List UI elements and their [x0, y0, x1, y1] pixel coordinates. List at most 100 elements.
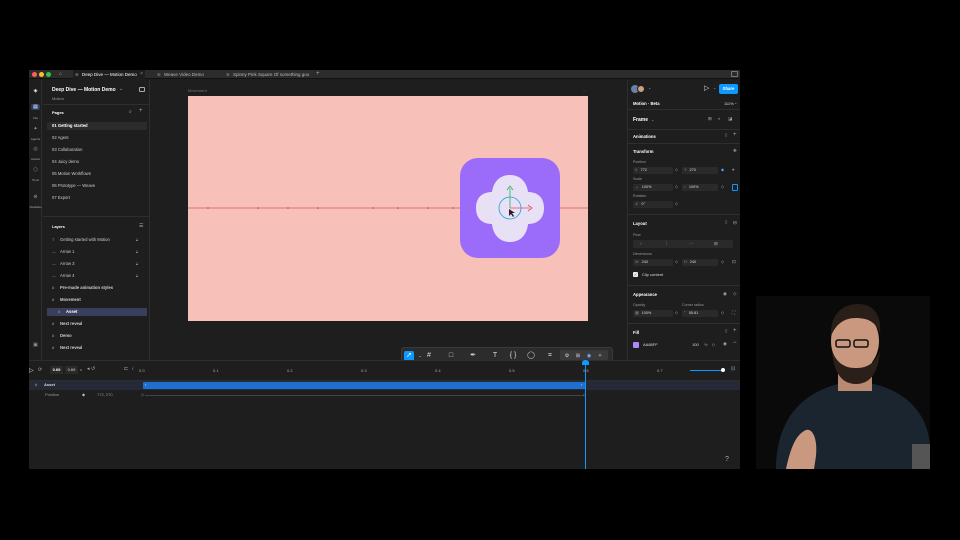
- frame-label[interactable]: Movement: [188, 88, 207, 93]
- layer-row[interactable]: T Getting started with Motion 🔒︎: [47, 236, 147, 244]
- chat-icon[interactable]: ▣: [31, 342, 40, 348]
- property-value[interactable]: 772, 270: [97, 392, 113, 397]
- remove-fill-icon[interactable]: −: [733, 340, 737, 346]
- timeline-toggle-icon[interactable]: ⊏: [124, 366, 128, 372]
- keyframe-icon[interactable]: ◇: [675, 310, 678, 315]
- new-tab-button[interactable]: +: [316, 70, 320, 79]
- layer-row-selected[interactable]: # Asset: [47, 308, 147, 316]
- frame-play-icon[interactable]: ◌: [583, 88, 585, 93]
- blend-mode-icon[interactable]: ◇: [733, 291, 736, 297]
- mask-icon[interactable]: ◐: [718, 116, 721, 121]
- grid-icon[interactable]: ⁞⁞: [725, 220, 728, 225]
- avatar[interactable]: [637, 85, 645, 93]
- rotation-field[interactable]: ∠ 0°: [633, 201, 673, 208]
- page-item[interactable]: 01 Getting started: [47, 122, 147, 130]
- play-icon[interactable]: ▷: [704, 84, 709, 92]
- constraints-icon[interactable]: ⌖: [732, 167, 735, 172]
- zoom-slider-handle[interactable]: [721, 368, 725, 372]
- previous-frame-icon[interactable]: ◂: [87, 366, 90, 372]
- layer-row[interactable]: — Arrow 3 🔒︎: [47, 260, 147, 268]
- maximize-window-button[interactable]: [46, 72, 51, 77]
- keyframe-icon[interactable]: ◇: [675, 167, 678, 172]
- keyframe-icon[interactable]: ◇: [675, 201, 678, 206]
- scale-y-field[interactable]: ↕ 100%: [682, 184, 718, 191]
- chevron-down-icon[interactable]: ⌄: [648, 85, 651, 90]
- movement-frame[interactable]: [188, 96, 588, 321]
- page-item[interactable]: 02 Agent: [47, 134, 147, 142]
- layer-row[interactable]: — Arrow 4 🔒︎: [47, 272, 147, 280]
- layer-row[interactable]: # Demo: [47, 332, 147, 340]
- layer-row[interactable]: # Next reveal: [47, 344, 147, 352]
- lock-icon[interactable]: 🔒︎: [136, 236, 138, 244]
- keyframe-icon[interactable]: ◇: [712, 342, 715, 347]
- frame-type-label[interactable]: Frame: [633, 117, 648, 123]
- resize-icon[interactable]: ⊡: [732, 259, 736, 265]
- freeform-flow-icon[interactable]: ⁘: [639, 241, 643, 247]
- layers-menu-icon[interactable]: ☰: [139, 223, 143, 229]
- timeline-settings-icon[interactable]: ⊡: [731, 366, 735, 372]
- fill-swatch[interactable]: [633, 342, 639, 348]
- bar-end-handle[interactable]: ›: [581, 382, 582, 387]
- close-tab-icon[interactable]: ×: [140, 70, 143, 79]
- add-fill-icon[interactable]: +: [733, 328, 737, 334]
- current-time-field[interactable]: 0.69: [50, 366, 63, 374]
- corner-radius-field[interactable]: ⌜ 55.81: [682, 310, 718, 317]
- lock-icon[interactable]: 🔒︎: [136, 260, 138, 268]
- chevron-down-icon[interactable]: ⌄: [713, 85, 716, 90]
- track-name[interactable]: Asset: [44, 382, 55, 387]
- animation-bar[interactable]: [143, 382, 586, 389]
- add-animation-icon[interactable]: +: [733, 132, 737, 138]
- grid-icon[interactable]: ⁞⁞: [725, 133, 728, 138]
- lock-icon[interactable]: 🔒︎: [136, 248, 138, 256]
- playhead-handle[interactable]: [582, 360, 589, 365]
- agent-icon[interactable]: ✦: [31, 126, 40, 132]
- independent-corners-icon[interactable]: ⛶: [732, 310, 735, 315]
- keyframe-icon[interactable]: ◇: [721, 259, 724, 264]
- bar-start-handle[interactable]: ‹: [145, 382, 146, 387]
- component-icon[interactable]: ⊞: [708, 116, 712, 122]
- keyframe-diamond-icon[interactable]: ◆: [82, 392, 85, 397]
- page-item[interactable]: 03 Collaboration: [47, 146, 147, 154]
- layer-row[interactable]: # Next reveal: [47, 320, 147, 328]
- width-field[interactable]: W 240: [633, 259, 673, 266]
- horizontal-flow-icon[interactable]: ⋯: [689, 241, 694, 247]
- window-layout-icon[interactable]: [731, 71, 738, 77]
- reset-icon[interactable]: ↺: [91, 366, 95, 372]
- keyframe-icon[interactable]: ◇: [721, 310, 724, 315]
- help-button[interactable]: ?: [725, 456, 729, 463]
- fill-hex[interactable]: AA88FF: [643, 342, 658, 348]
- tab-deep-dive[interactable]: ⊕ Deep Dive — Motion Demo ×: [73, 70, 145, 79]
- position-x-field[interactable]: X 772: [633, 167, 673, 174]
- fill-opacity[interactable]: 100: [692, 342, 699, 348]
- keyframe-icon[interactable]: ◇: [675, 259, 678, 264]
- scale-x-field[interactable]: ↔ 100%: [633, 184, 673, 191]
- layer-row[interactable]: # Pre-made animation styles: [47, 284, 147, 292]
- eye-icon[interactable]: ◉: [723, 291, 727, 297]
- eye-icon[interactable]: ◉: [723, 341, 727, 347]
- file-name[interactable]: Deep Dive — Motion Demo: [52, 87, 116, 93]
- height-field[interactable]: H 240: [682, 259, 718, 266]
- search-icon[interactable]: ⌕: [129, 109, 132, 115]
- opacity-field[interactable]: ▦ 100%: [633, 310, 673, 317]
- tab-spinny-pink-square[interactable]: ⊕ Spinny Pink Square Of something goo: [224, 70, 316, 79]
- lock-icon[interactable]: 🔒︎: [136, 272, 138, 280]
- home-icon[interactable]: ⌂: [59, 71, 62, 77]
- file-icon[interactable]: ▤: [31, 104, 40, 110]
- keyframe-icon[interactable]: ◇: [675, 184, 678, 189]
- grid-icon[interactable]: ⁞⁞: [725, 329, 728, 334]
- layer-row[interactable]: — Arrow 1 🔒︎: [47, 248, 147, 256]
- chevron-down-icon[interactable]: ⌄: [651, 117, 654, 122]
- vertical-flow-icon[interactable]: ⋮: [664, 241, 669, 247]
- figma-menu-icon[interactable]: ◈: [31, 88, 40, 94]
- transform-settings-icon[interactable]: ✥: [733, 148, 737, 154]
- variables-icon[interactable]: ⊛: [31, 194, 40, 200]
- keyframe-start-icon[interactable]: ◇: [141, 392, 144, 397]
- page-item[interactable]: 05 Motion Workflows: [47, 170, 147, 178]
- page-item[interactable]: 04 Juicy demo: [47, 158, 147, 166]
- page-item[interactable]: 06 Prototype — Weave: [47, 182, 147, 190]
- property-name[interactable]: Position: [45, 392, 59, 397]
- boolean-icon[interactable]: ◪: [728, 116, 732, 122]
- share-button[interactable]: Share: [719, 84, 738, 94]
- tab-weave-video-demo[interactable]: ⊕ Weave Video Demo: [155, 70, 219, 79]
- position-y-field[interactable]: Y 270: [682, 167, 718, 174]
